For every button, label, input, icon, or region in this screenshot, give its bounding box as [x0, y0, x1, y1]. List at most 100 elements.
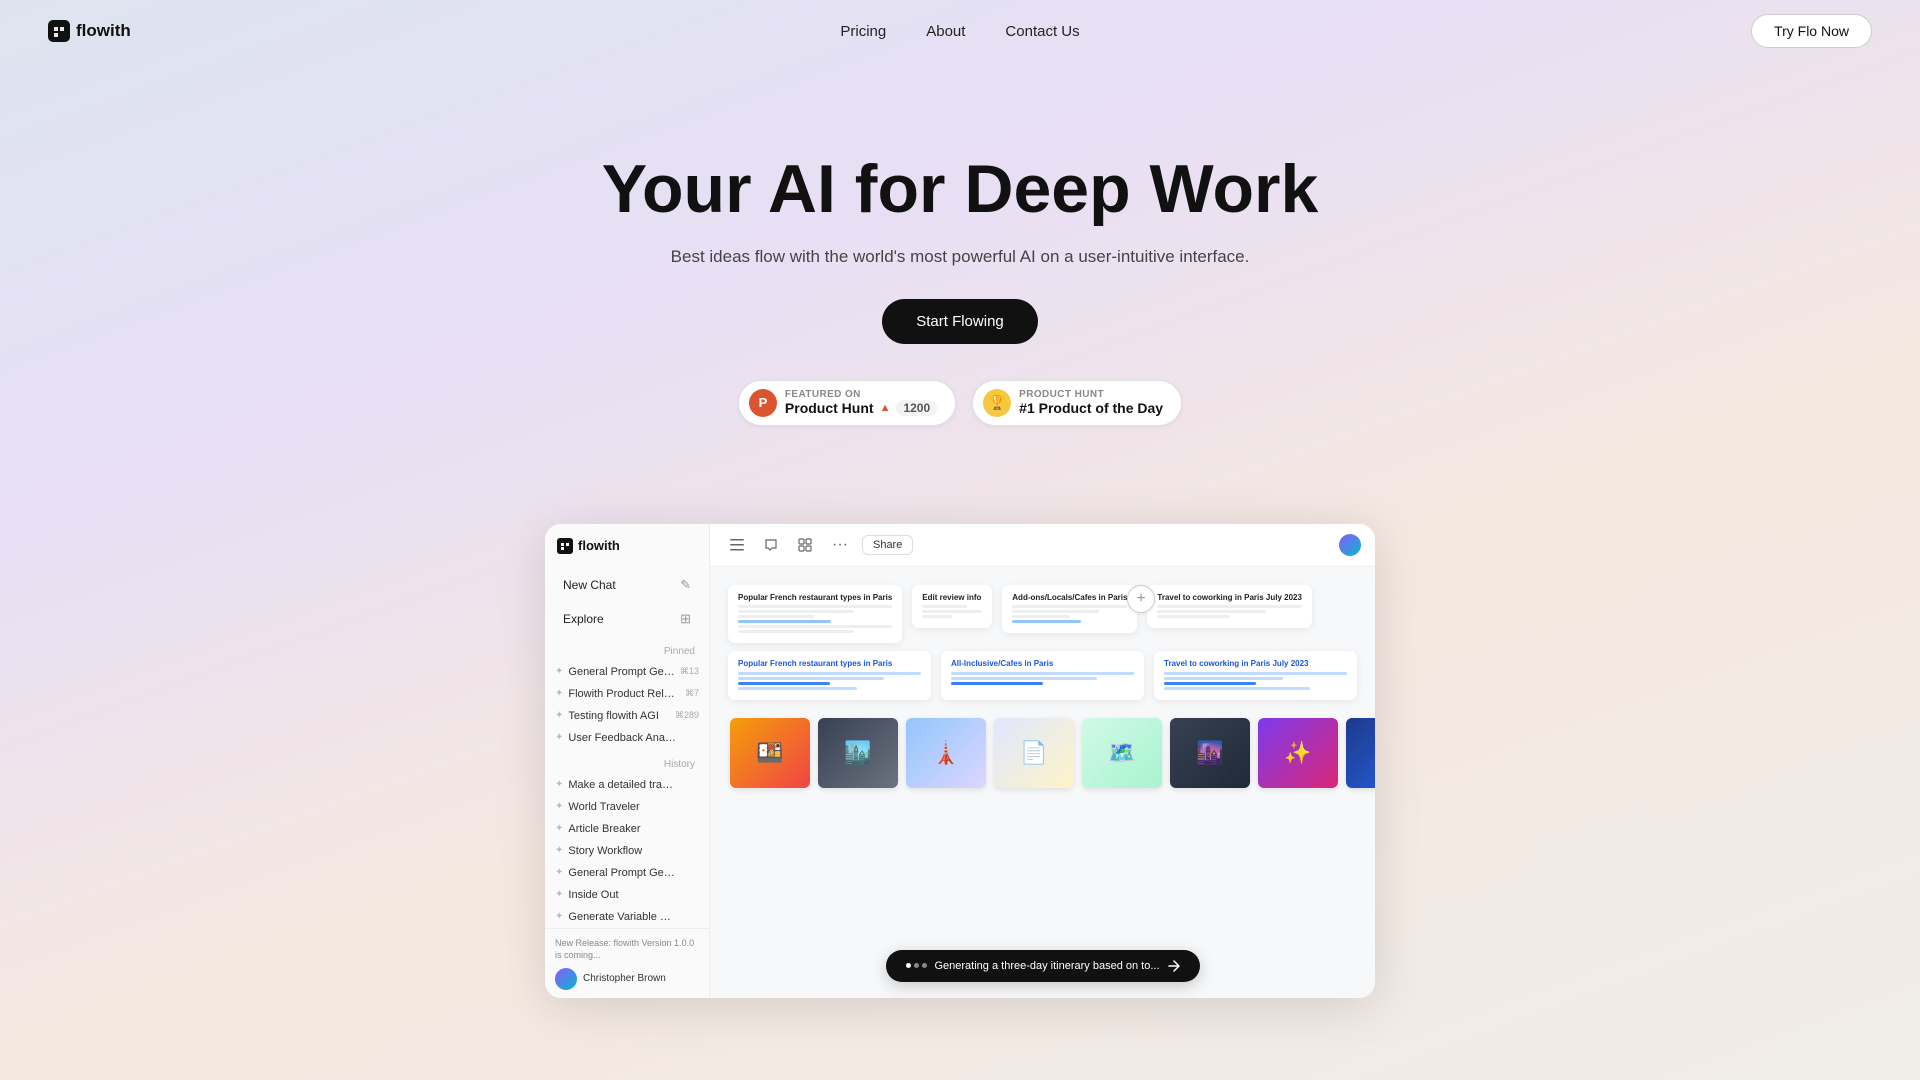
pinned-label: Pinned: [545, 636, 709, 661]
potd-badge-text: PRODUCT HUNT #1 Product of the Day: [1019, 389, 1163, 416]
card-line: [1157, 605, 1302, 608]
doc-card-0[interactable]: Popular French restaurant types in Paris: [728, 651, 931, 700]
sidebar-item-pinned-3[interactable]: ✦ User Feedback Anaylizer: [545, 727, 709, 749]
sidebar-item-history-5[interactable]: ✦ Inside Out: [545, 884, 709, 906]
username: Christopher Brown: [583, 973, 666, 984]
nav-contact[interactable]: Contact Us: [1005, 23, 1079, 40]
new-chat-button[interactable]: New Chat ✎: [553, 570, 701, 600]
sidebar-logo: flowith: [545, 538, 709, 568]
card-line: [1012, 615, 1070, 618]
main-toolbar: ··· Share: [710, 524, 1375, 567]
sidebar-item-history-1[interactable]: ✦ World Traveler: [545, 796, 709, 818]
app-preview: flowith New Chat ✎ Explore ⊞ Pinned ✦ Ge…: [0, 524, 1920, 998]
photo-item-5[interactable]: 🌆: [1170, 718, 1250, 788]
photos-row: 🍱 🏙️ 🗼 📄: [710, 708, 1375, 798]
doc-card-title-2: Travel to coworking in Paris July 2023: [1164, 659, 1347, 668]
product-hunt-icon: P: [749, 389, 777, 417]
sidebar-logo-text: flowith: [578, 538, 620, 553]
card-line: [738, 605, 892, 608]
nav-links: Pricing About Contact Us: [840, 23, 1079, 40]
sidebar-item-history-4[interactable]: ✦ General Prompt Generator: [545, 862, 709, 884]
grid-icon[interactable]: [792, 532, 818, 558]
sidebar-item-pinned-2[interactable]: ✦ Testing flowith AGI ⌘289: [545, 705, 709, 727]
generating-text: Generating a three-day itinerary based o…: [934, 960, 1159, 972]
product-hunt-badge[interactable]: P FEATURED ON Product Hunt ▲ 1200: [738, 380, 956, 426]
upvote-icon: ▲: [880, 402, 891, 414]
card-line: [738, 625, 892, 628]
share-button[interactable]: Share: [862, 535, 913, 555]
canvas-card-0[interactable]: Popular French restaurant types in Paris: [728, 585, 902, 643]
card-line: [738, 630, 854, 633]
card-line: [1012, 610, 1098, 613]
card-title-0: Popular French restaurant types in Paris: [738, 593, 892, 602]
potd-badge[interactable]: 🏆 PRODUCT HUNT #1 Product of the Day: [972, 380, 1182, 426]
ph-count: 1200: [896, 400, 937, 416]
try-flo-now-button[interactable]: Try Flo Now: [1751, 14, 1872, 48]
photo-item-7[interactable]: 🃏: [1346, 718, 1375, 788]
potd-label: PRODUCT HUNT: [1019, 389, 1104, 400]
canvas-card-1[interactable]: Edit review info: [912, 585, 992, 628]
send-icon: [1168, 960, 1180, 972]
sidebar-user[interactable]: Christopher Brown: [555, 968, 699, 990]
canvas-card-2[interactable]: Add-ons/Locals/Cafes in Paris: [1002, 585, 1137, 633]
pin-icon-1: ✦: [555, 688, 563, 699]
nav-pricing[interactable]: Pricing: [840, 23, 886, 40]
potd-main: #1 Product of the Day: [1019, 400, 1163, 416]
toolbar-user-avatar: [1339, 534, 1361, 556]
doc-card-2[interactable]: Travel to coworking in Paris July 2023: [1154, 651, 1357, 700]
chat-icon[interactable]: [758, 532, 784, 558]
photo-item-2[interactable]: 🗼: [906, 718, 986, 788]
history-label: History: [545, 749, 709, 774]
sidebar-item-history-2[interactable]: ✦ Article Breaker: [545, 818, 709, 840]
hero-section: Your AI for Deep Work Best ideas flow wi…: [0, 62, 1920, 524]
sidebar-item-history-6[interactable]: ✦ Generate Variable Name: [545, 906, 709, 928]
sidebar: flowith New Chat ✎ Explore ⊞ Pinned ✦ Ge…: [545, 524, 710, 998]
card-title-3: Travel to coworking in Paris July 2023: [1157, 593, 1302, 602]
doc-card-title: Popular French restaurant types in Paris: [738, 659, 921, 668]
sidebar-toggle-icon[interactable]: [724, 532, 750, 558]
photo-item-3[interactable]: 📄: [994, 718, 1074, 788]
pin-icon-3: ✦: [555, 732, 563, 743]
photo-item-4[interactable]: 🗺️: [1082, 718, 1162, 788]
main-content: ··· Share + Popular French restaurant ty…: [710, 524, 1375, 998]
trophy-icon: 🏆: [983, 389, 1011, 417]
photo-item-6[interactable]: ✨: [1258, 718, 1338, 788]
explore-button[interactable]: Explore ⊞: [553, 604, 701, 634]
user-avatar: [555, 968, 577, 990]
add-node-button[interactable]: +: [1127, 585, 1155, 613]
photo-item-1[interactable]: 🏙️: [818, 718, 898, 788]
doc-card-title-1: All-Inclusive/Cafes in Paris: [951, 659, 1134, 668]
doc-card-1[interactable]: All-Inclusive/Cafes in Paris: [941, 651, 1144, 700]
hero-title: Your AI for Deep Work: [20, 152, 1900, 227]
photo-item-0[interactable]: 🍱: [730, 718, 810, 788]
navbar: flowith Pricing About Contact Us Try Flo…: [0, 0, 1920, 62]
card-line: [922, 610, 982, 613]
sidebar-item-history-3[interactable]: ✦ Story Workflow: [545, 840, 709, 862]
more-options-icon[interactable]: ···: [826, 534, 854, 556]
card-line: [1157, 615, 1229, 618]
ai-generating-bar: Generating a three-day itinerary based o…: [885, 950, 1199, 982]
sidebar-item-history-0[interactable]: ✦ Make a detailed travel plan: [545, 774, 709, 796]
hero-subtitle: Best ideas flow with the world's most po…: [20, 247, 1900, 267]
canvas-card-3[interactable]: Travel to coworking in Paris July 2023: [1147, 585, 1312, 628]
sidebar-bottom: New Release: flowith Version 1.0.0 is co…: [545, 928, 709, 998]
sidebar-item-pinned-1[interactable]: ✦ Flowith Product Release Note... ⌘7: [545, 683, 709, 705]
card-line: [738, 610, 854, 613]
ph-label: FEATURED ON: [785, 389, 861, 400]
pin-icon-2: ✦: [555, 710, 563, 721]
doc-cards-row: Popular French restaurant types in Paris…: [710, 651, 1375, 708]
ph-badge-text: FEATURED ON Product Hunt ▲ 1200: [785, 389, 937, 416]
sidebar-logo-icon: [557, 538, 573, 554]
logo-icon: [48, 20, 70, 42]
start-flowing-button[interactable]: Start Flowing: [882, 299, 1038, 344]
card-line: [1012, 605, 1127, 608]
logo[interactable]: flowith: [48, 20, 131, 42]
app-window: flowith New Chat ✎ Explore ⊞ Pinned ✦ Ge…: [545, 524, 1375, 998]
nav-about[interactable]: About: [926, 23, 965, 40]
card-line: [738, 615, 815, 618]
card-line: [922, 605, 967, 608]
ph-main: Product Hunt ▲ 1200: [785, 400, 937, 416]
sidebar-item-pinned-0[interactable]: ✦ General Prompt Generator ⌘13: [545, 661, 709, 683]
card-line-accent: [1012, 620, 1081, 623]
card-title-2: Add-ons/Locals/Cafes in Paris: [1012, 593, 1127, 602]
